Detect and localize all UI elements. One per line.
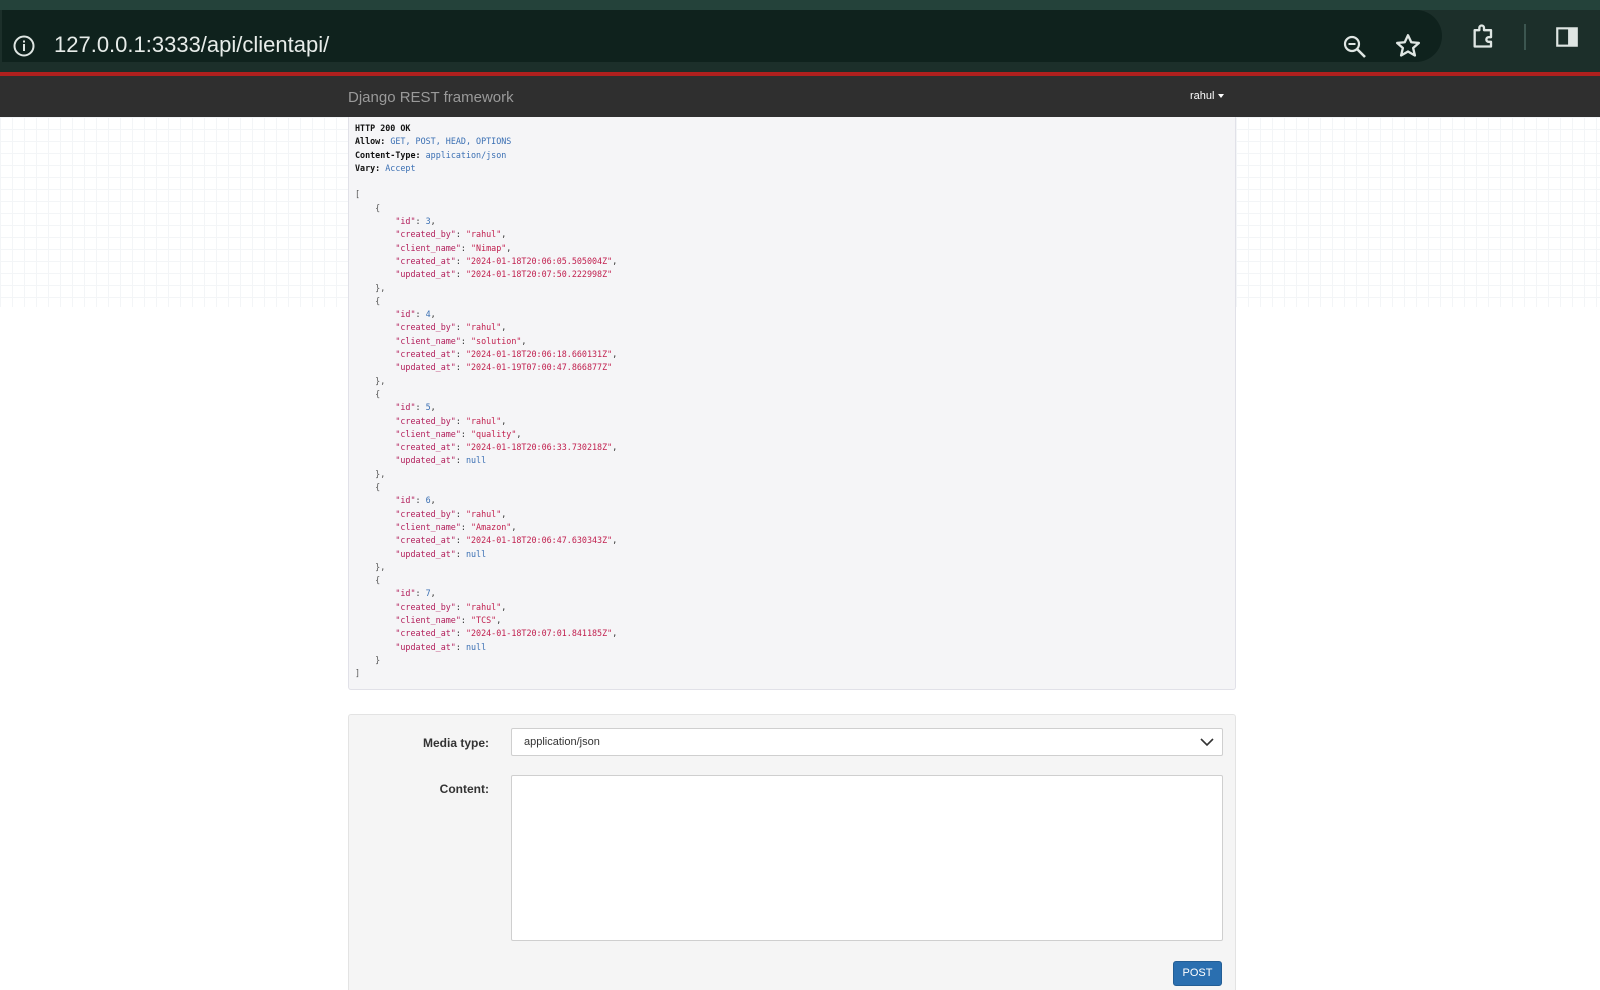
media-type-label: Media type: xyxy=(422,736,489,750)
json-key: "id" xyxy=(395,309,416,320)
json-key: "updated_at" xyxy=(395,269,456,280)
raw-data-form: Media type: application/json Content: PO… xyxy=(348,714,1236,990)
json-key: "updated_at" xyxy=(395,455,456,466)
json-brace: { xyxy=(375,575,381,586)
json-key: "updated_at" xyxy=(395,548,456,559)
json-value: "rahul" xyxy=(465,415,502,426)
json-key: "created_at" xyxy=(395,535,456,546)
json-value: "2024-01-18T20:06:47.630343Z" xyxy=(465,535,613,546)
json-brace: }, xyxy=(375,375,386,386)
chevron-down-icon xyxy=(1200,738,1214,747)
json-key: "created_by" xyxy=(395,508,456,519)
json-key: "client_name" xyxy=(395,614,461,625)
json-value: "2024-01-18T20:07:50.222998Z" xyxy=(465,269,613,280)
json-brace: }, xyxy=(375,468,386,479)
media-type-select[interactable]: application/json xyxy=(511,728,1223,756)
json-value: null xyxy=(465,548,487,559)
json-key: "client_name" xyxy=(395,242,461,253)
json-brace: { xyxy=(375,482,381,493)
bookmark-star-icon[interactable] xyxy=(1394,32,1422,60)
content-label: Content: xyxy=(439,782,489,796)
json-key: "created_at" xyxy=(395,349,456,360)
json-brace: }, xyxy=(375,282,386,293)
url-text[interactable]: 127.0.0.1:3333/api/clientapi/ xyxy=(54,32,329,58)
json-value: 6 xyxy=(425,495,431,506)
drf-navbar: Django REST framework rahul xyxy=(0,76,1600,117)
tab-strip xyxy=(0,0,1600,10)
http-status: HTTP 200 OK xyxy=(355,123,411,133)
header-value: GET, POST, HEAD, OPTIONS xyxy=(390,136,512,147)
json-value: 5 xyxy=(425,402,431,413)
json-value: "rahul" xyxy=(465,508,502,519)
json-value: "solution" xyxy=(471,335,522,346)
json-key: "client_name" xyxy=(395,521,461,532)
json-key: "created_at" xyxy=(395,628,456,639)
json-brace: } xyxy=(375,654,381,665)
info-icon[interactable] xyxy=(12,34,36,58)
header-key: Allow: xyxy=(355,136,386,147)
json-key: "created_by" xyxy=(395,601,456,612)
json-key: "created_at" xyxy=(395,442,456,453)
json-value: null xyxy=(465,641,487,652)
json-value: "rahul" xyxy=(465,322,502,333)
browser-toolbar: 127.0.0.1:3333/api/clientapi/ xyxy=(0,0,1600,76)
json-bracket: ] xyxy=(355,668,361,679)
content-textarea[interactable] xyxy=(511,775,1223,941)
post-button[interactable]: POST xyxy=(1173,961,1222,986)
header-key: Vary: xyxy=(355,162,381,173)
media-type-value: application/json xyxy=(524,736,600,748)
user-dropdown[interactable]: rahul xyxy=(1190,90,1225,102)
json-key: "updated_at" xyxy=(395,641,456,652)
json-key: "id" xyxy=(395,402,416,413)
zoom-icon[interactable] xyxy=(1342,34,1368,60)
json-key: "id" xyxy=(395,588,416,599)
json-value: "rahul" xyxy=(465,229,502,240)
side-panel-icon[interactable] xyxy=(1554,24,1580,50)
header-value: Accept xyxy=(385,162,416,173)
address-bar[interactable]: 127.0.0.1:3333/api/clientapi/ xyxy=(2,10,1442,62)
json-brace: }, xyxy=(375,561,386,572)
json-value: "2024-01-19T07:00:47.866877Z" xyxy=(465,362,613,373)
json-key: "created_by" xyxy=(395,229,456,240)
json-brace: { xyxy=(375,388,381,399)
header-key: Content-Type: xyxy=(355,149,421,160)
json-value: "2024-01-18T20:07:01.841185Z" xyxy=(465,628,613,639)
json-key: "created_by" xyxy=(395,322,456,333)
json-value: "2024-01-18T20:06:05.505004Z" xyxy=(465,255,613,266)
brand-link[interactable]: Django REST framework xyxy=(348,89,514,106)
json-value: "Nimap" xyxy=(471,242,507,253)
json-key: "created_at" xyxy=(395,255,456,266)
json-key: "client_name" xyxy=(395,428,461,439)
header-value: application/json xyxy=(425,149,507,160)
json-brace: { xyxy=(375,202,381,213)
json-value: "Amazon" xyxy=(471,521,512,532)
json-value: 3 xyxy=(425,216,431,227)
json-value: "TCS" xyxy=(471,614,497,625)
json-value: 4 xyxy=(425,309,431,320)
json-value: 7 xyxy=(425,588,431,599)
json-key: "id" xyxy=(395,495,416,506)
json-key: "client_name" xyxy=(395,335,461,346)
json-value: "quality" xyxy=(471,428,517,439)
json-value: null xyxy=(465,455,487,466)
extensions-icon[interactable] xyxy=(1470,22,1498,50)
json-value: "rahul" xyxy=(465,601,502,612)
json-bracket: [ xyxy=(355,189,361,200)
response-panel: HTTP 200 OK Allow: GET, POST, HEAD, OPTI… xyxy=(348,117,1236,690)
json-value: "2024-01-18T20:06:33.730218Z" xyxy=(465,442,613,453)
json-value: "2024-01-18T20:06:18.660131Z" xyxy=(465,349,613,360)
response-body: HTTP 200 OK Allow: GET, POST, HEAD, OPTI… xyxy=(355,123,618,679)
json-brace: { xyxy=(375,295,381,306)
json-key: "created_by" xyxy=(395,415,456,426)
json-key: "id" xyxy=(395,216,416,227)
username: rahul xyxy=(1190,90,1215,102)
toolbar-divider xyxy=(1524,24,1526,50)
caret-down-icon xyxy=(1218,94,1225,99)
json-key: "updated_at" xyxy=(395,362,456,373)
